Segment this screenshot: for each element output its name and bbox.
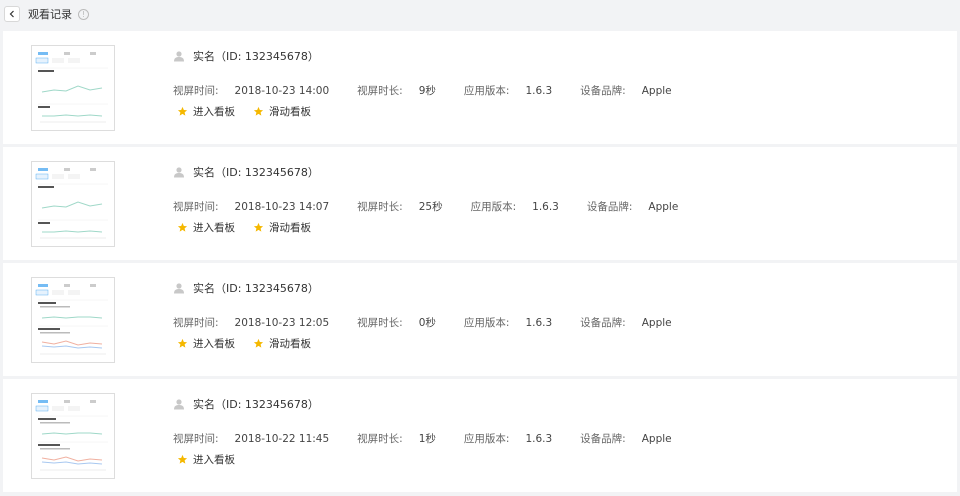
star-icon — [253, 222, 264, 232]
app-version-label: 应用版本: — [463, 433, 510, 445]
app-version-label: 应用版本: — [463, 85, 510, 97]
duration-label: 视屏时长: — [357, 201, 403, 213]
device-brand-value: Apple — [641, 84, 672, 97]
screen-time-value: 2018-10-23 14:07 — [234, 200, 330, 213]
action-label: 滑动看板 — [269, 338, 311, 350]
record-card-4: 实名（ID: 132345678） 视屏时间: 2018-10-22 11:45… — [3, 379, 957, 492]
action-label: 进入看板 — [193, 106, 235, 118]
duration-value: 0秒 — [418, 317, 436, 329]
user-name: 实名（ID: 132345678） — [193, 282, 319, 295]
enter-dashboard-action[interactable]: 进入看板 — [177, 452, 235, 467]
user-name: 实名（ID: 132345678） — [193, 398, 319, 411]
action-label: 进入看板 — [193, 454, 235, 466]
dashboard-thumbnail[interactable] — [31, 161, 115, 247]
back-button[interactable] — [4, 6, 20, 22]
screen-time-label: 视屏时间: — [173, 85, 219, 97]
star-icon — [177, 106, 188, 116]
screen-time-value: 2018-10-23 14:00 — [234, 84, 330, 97]
user-name: 实名（ID: 132345678） — [193, 50, 319, 63]
screen-time-label: 视屏时间: — [173, 433, 219, 445]
meta-row: 视屏时间: 2018-10-23 14:07 视屏时长: 25秒 应用版本: 1… — [173, 199, 678, 214]
app-version-value: 1.6.3 — [525, 84, 553, 97]
device-brand-value: Apple — [641, 316, 672, 329]
duration-label: 视屏时长: — [357, 433, 403, 445]
swipe-dashboard-action[interactable]: 滑动看板 — [253, 336, 311, 351]
app-version-value: 1.6.3 — [532, 200, 559, 213]
meta-row: 视屏时间: 2018-10-22 11:45 视屏时长: 1秒 应用版本: 1.… — [173, 431, 672, 446]
star-icon — [177, 454, 188, 464]
device-brand-label: 设备品牌: — [580, 317, 626, 329]
record-list: 实名（ID: 132345678） 视屏时间: 2018-10-23 14:00… — [3, 31, 957, 495]
star-icon — [253, 106, 264, 116]
chevron-left-icon — [9, 10, 14, 18]
star-icon — [177, 338, 188, 348]
meta-row: 视屏时间: 2018-10-23 12:05 视屏时长: 0秒 应用版本: 1.… — [173, 315, 672, 330]
app-version-value: 1.6.3 — [525, 316, 553, 329]
meta-row: 视屏时间: 2018-10-23 14:00 视屏时长: 9秒 应用版本: 1.… — [173, 83, 672, 98]
dashboard-thumbnail[interactable] — [31, 393, 115, 479]
action-row: 进入看板 滑动看板 — [177, 336, 329, 351]
enter-dashboard-action[interactable]: 进入看板 — [177, 220, 235, 235]
device-brand-label: 设备品牌: — [580, 433, 626, 445]
action-row: 进入看板 — [177, 452, 253, 467]
swipe-dashboard-action[interactable]: 滑动看板 — [253, 220, 311, 235]
dashboard-thumbnail[interactable] — [31, 45, 115, 131]
duration-value: 9秒 — [418, 85, 436, 97]
swipe-dashboard-action[interactable]: 滑动看板 — [253, 104, 311, 119]
action-row: 进入看板 滑动看板 — [177, 220, 329, 235]
star-icon — [253, 338, 264, 348]
duration-value: 25秒 — [418, 201, 443, 213]
record-card-1: 实名（ID: 132345678） 视屏时间: 2018-10-23 14:00… — [3, 31, 957, 144]
thumbnail-chart — [32, 46, 114, 130]
enter-dashboard-action[interactable]: 进入看板 — [177, 104, 235, 119]
screen-time-value: 2018-10-22 11:45 — [234, 432, 330, 445]
user-icon — [174, 167, 184, 178]
device-brand-value: Apple — [648, 200, 679, 213]
info-circle-icon[interactable]: ! — [78, 8, 89, 20]
screen-time-label: 视屏时间: — [173, 201, 219, 213]
page-title: 观看记录 — [28, 8, 72, 21]
dashboard-thumbnail[interactable] — [31, 277, 115, 363]
action-label: 滑动看板 — [269, 106, 311, 118]
user-icon — [174, 283, 184, 294]
app-version-value: 1.6.3 — [525, 432, 553, 445]
device-brand-value: Apple — [641, 432, 672, 445]
thumbnail-chart — [32, 162, 114, 246]
record-card-3: 实名（ID: 132345678） 视屏时间: 2018-10-23 12:05… — [3, 263, 957, 376]
action-label: 滑动看板 — [269, 222, 311, 234]
record-card-2: 实名（ID: 132345678） 视屏时间: 2018-10-23 14:07… — [3, 147, 957, 260]
user-icon — [174, 51, 184, 62]
thumbnail-chart — [32, 394, 114, 478]
user-name: 实名（ID: 132345678） — [193, 166, 319, 179]
user-row: 实名（ID: 132345678） — [173, 281, 319, 295]
screen-time-value: 2018-10-23 12:05 — [234, 316, 330, 329]
user-row: 实名（ID: 132345678） — [173, 49, 319, 63]
user-icon — [174, 399, 184, 410]
user-row: 实名（ID: 132345678） — [173, 165, 319, 179]
duration-label: 视屏时长: — [357, 85, 403, 97]
star-icon — [177, 222, 188, 232]
thumbnail-chart — [32, 278, 114, 362]
action-label: 进入看板 — [193, 338, 235, 350]
action-row: 进入看板 滑动看板 — [177, 104, 329, 119]
duration-value: 1秒 — [418, 433, 436, 445]
enter-dashboard-action[interactable]: 进入看板 — [177, 336, 235, 351]
device-brand-label: 设备品牌: — [586, 201, 633, 213]
app-version-label: 应用版本: — [470, 201, 517, 213]
top-bar: 观看记录 ! — [0, 0, 960, 28]
action-label: 进入看板 — [193, 222, 235, 234]
screen-time-label: 视屏时间: — [173, 317, 219, 329]
duration-label: 视屏时长: — [357, 317, 403, 329]
app-version-label: 应用版本: — [463, 317, 510, 329]
user-row: 实名（ID: 132345678） — [173, 397, 319, 411]
device-brand-label: 设备品牌: — [580, 85, 626, 97]
